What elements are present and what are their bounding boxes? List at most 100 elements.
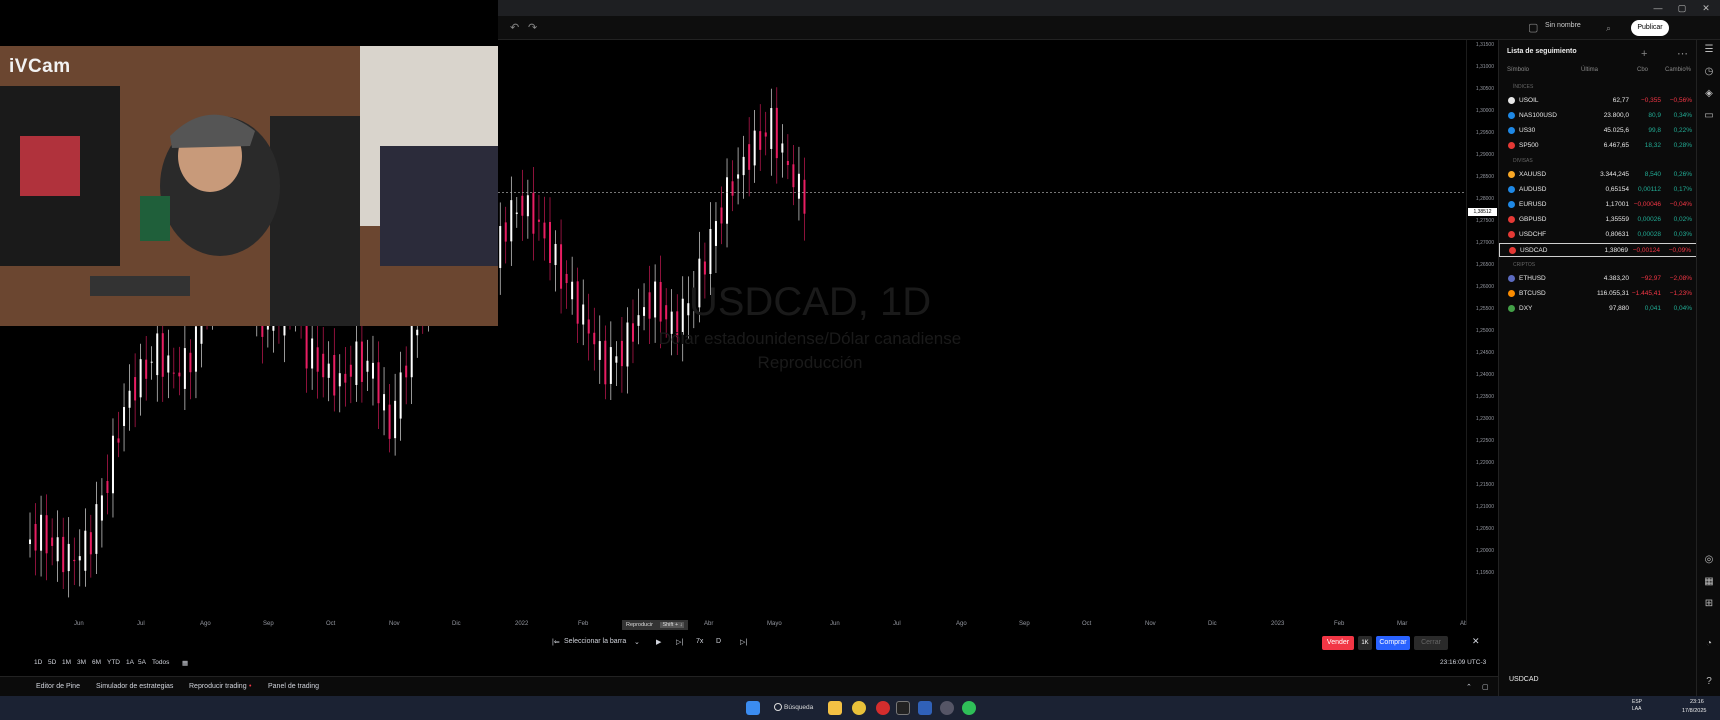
collapse-icon[interactable]: ⌃ <box>1466 683 1472 691</box>
watchlist-row[interactable]: USDCAD 1,38069 −0,00124 −0,09% <box>1499 243 1697 257</box>
x-tick-label: Oct <box>326 621 336 627</box>
quantity-box[interactable]: 1K <box>1358 636 1372 650</box>
help-icon[interactable]: ? <box>1703 676 1715 688</box>
candle-body <box>322 353 325 378</box>
steam-icon[interactable] <box>940 701 954 715</box>
candle-body <box>56 537 59 562</box>
search-icon[interactable]: ⌕ <box>1606 20 1611 36</box>
candle-body <box>344 373 347 383</box>
range-3m[interactable]: 3M <box>77 659 86 666</box>
language-indicator[interactable]: ESP LAA <box>1632 699 1642 713</box>
select-bar-icon[interactable]: |⇐ <box>552 638 560 646</box>
redo-icon[interactable]: ↷ <box>528 20 537 36</box>
play-icon[interactable]: ▶ <box>656 638 661 646</box>
price-scale[interactable]: 1,31500 1,31000 1,30500 1,30000 1,29500 1,290… <box>1466 40 1498 625</box>
calendar-icon[interactable]: ▦ <box>182 659 188 667</box>
calendar-icon[interactable]: ▦ <box>1703 576 1715 588</box>
watchlist-row[interactable]: US30 45.025,6 99,8 0,22% <box>1499 124 1697 138</box>
candle-body <box>759 131 762 150</box>
range-5d[interactable]: 5D <box>48 659 56 666</box>
taskbar-time[interactable]: 23:16 <box>1690 699 1704 705</box>
buy-button[interactable]: Comprar <box>1376 636 1410 650</box>
watchlist-section-title[interactable]: CRIPTOS <box>1513 262 1535 268</box>
utc-clock[interactable]: 23:16:09 UTC-3 <box>1440 659 1486 666</box>
tab-pine-editor[interactable]: Editor de Pine <box>36 683 80 690</box>
candle-body <box>770 108 773 149</box>
forward-icon[interactable]: ▷| <box>676 638 683 646</box>
watchlist-icon[interactable]: ☰ <box>1703 44 1715 56</box>
app-icon[interactable] <box>918 701 932 715</box>
watchlist-title[interactable]: Lista de seguimiento <box>1507 48 1577 55</box>
close-position-button[interactable]: Cerrar <box>1414 636 1448 650</box>
range-todos[interactable]: Todos <box>152 659 169 666</box>
x-tick-label: Oct <box>1082 621 1092 627</box>
tab-trading-panel[interactable]: Panel de trading <box>268 683 319 690</box>
apps-icon[interactable]: ⊞ <box>1703 598 1715 610</box>
undo-icon[interactable]: ↶ <box>510 20 519 36</box>
maximize-panel-icon[interactable]: ▢ <box>1482 683 1489 691</box>
opera-icon[interactable] <box>876 701 890 715</box>
whatsapp-icon[interactable] <box>962 701 976 715</box>
close-replay-icon[interactable]: ✕ <box>1472 636 1480 647</box>
watchlist-section-title[interactable]: DIVISAS <box>1513 158 1533 164</box>
range-1a[interactable]: 1A <box>126 659 134 666</box>
candle-body <box>399 372 402 419</box>
select-bar-button[interactable]: Seleccionar la barra <box>564 638 626 645</box>
footer-symbol[interactable]: USDCAD <box>1509 676 1539 683</box>
alerts-icon[interactable]: ◷ <box>1703 66 1715 78</box>
price-change: −1.445,41 <box>1631 290 1661 297</box>
watchlist-row[interactable]: GBPUSD 1,35559 0,00026 0,02% <box>1499 213 1697 227</box>
watchlist-row[interactable]: AUDUSD 0,65154 0,00112 0,17% <box>1499 183 1697 197</box>
replay-active-dot: • <box>249 683 252 690</box>
layout-icon[interactable]: ▢ <box>1528 20 1538 36</box>
watchlist-row[interactable]: ETHUSD 4.383,20 −92,97 −2,08% <box>1499 272 1697 286</box>
maximize-icon[interactable]: ▢ <box>1672 2 1692 14</box>
range-ytd[interactable]: YTD <box>107 659 120 666</box>
watchlist-row[interactable]: EURUSD 1,17001 −0,00046 −0,04% <box>1499 198 1697 212</box>
range-1m[interactable]: 1M <box>62 659 71 666</box>
close-icon[interactable]: ✕ <box>1696 2 1716 14</box>
watchlist-row[interactable]: USDCHF 0,80631 0,00028 0,03% <box>1499 228 1697 242</box>
add-symbol-icon[interactable]: + <box>1641 46 1647 62</box>
chat-icon[interactable]: ▭ <box>1703 110 1715 122</box>
taskbar-date[interactable]: 17/8/2025 <box>1682 708 1706 714</box>
y-tick-label: 1,31500 <box>1475 42 1494 48</box>
start-icon[interactable] <box>746 701 760 715</box>
speed-button[interactable]: 7x <box>696 638 703 645</box>
layers-icon[interactable]: ◈ <box>1703 88 1715 100</box>
sell-button[interactable]: Vender <box>1322 636 1354 650</box>
chrome-icon[interactable] <box>852 701 866 715</box>
price-change-pct: −0,56% <box>1669 97 1692 104</box>
layout-name[interactable]: Sin nombre <box>1545 22 1581 29</box>
publish-button[interactable]: Publicar <box>1631 20 1669 36</box>
minimize-icon[interactable]: — <box>1648 2 1668 14</box>
watchlist-row[interactable]: SP500 6.467,65 18,32 0,28% <box>1499 139 1697 153</box>
range-6m[interactable]: 6M <box>92 659 101 666</box>
windows-taskbar: Búsqueda ESP LAA 23:16 17/8/2025 <box>0 696 1720 720</box>
chevron-down-icon[interactable]: ⌄ <box>634 638 640 646</box>
more-icon[interactable]: ⋯ <box>1677 46 1688 62</box>
target-icon[interactable]: ◎ <box>1703 554 1715 566</box>
bell-icon[interactable]: ◔ <box>1703 638 1715 650</box>
tab-replay-trading[interactable]: Reproducir trading <box>189 683 247 690</box>
symbol-icon <box>1508 305 1515 312</box>
tab-strategy-tester[interactable]: Simulador de estrategias <box>96 683 173 690</box>
tradingview-icon[interactable] <box>896 701 910 715</box>
watchlist-row[interactable]: XAUUSD 3.344,245 8,540 0,26% <box>1499 168 1697 182</box>
file-explorer-icon[interactable] <box>828 701 842 715</box>
watchlist-section-title[interactable]: ÍNDICES <box>1513 84 1533 90</box>
price-change-pct: −0,04% <box>1669 201 1692 208</box>
watchlist-row[interactable]: DXY 97,880 0,041 0,04% <box>1499 302 1697 316</box>
jump-end-icon[interactable]: ▷| <box>740 638 747 646</box>
candle-body <box>178 372 181 377</box>
watchlist-row[interactable]: BTCUSD 116.055,31 −1.445,41 −1,23% <box>1499 287 1697 301</box>
search-box[interactable]: Búsqueda <box>772 701 818 715</box>
symbol-name: USDCAD <box>1520 247 1548 254</box>
chart-toolbar: ↶ ↷ ▢ Sin nombre ⌕ Publicar <box>498 16 1720 40</box>
watchlist-row[interactable]: NAS100USD 23.800,0 80,9 0,34% <box>1499 109 1697 123</box>
watchlist-row[interactable]: USOIL 62,77 −0,355 −0,56% <box>1499 94 1697 108</box>
range-5a[interactable]: 5A <box>138 659 146 666</box>
interval-button[interactable]: D <box>716 638 721 645</box>
candle-body <box>714 221 717 246</box>
range-1d[interactable]: 1D <box>34 659 42 666</box>
